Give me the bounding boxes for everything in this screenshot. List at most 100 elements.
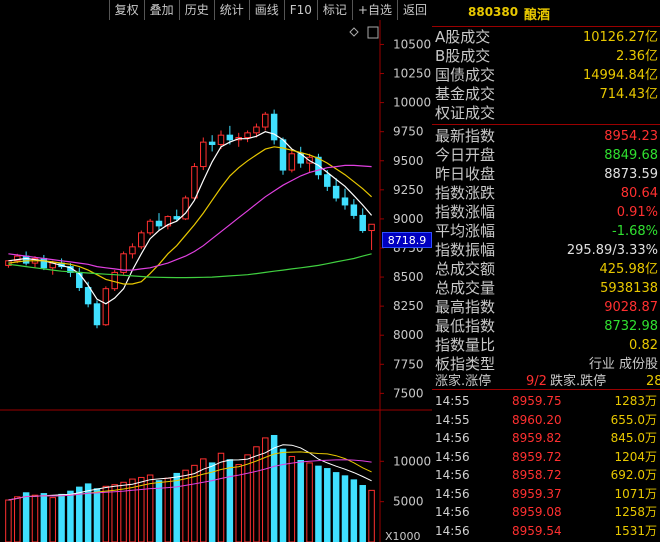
stat-value: 2.36亿 bbox=[616, 49, 658, 64]
stat-label: 总成交额 bbox=[435, 260, 496, 278]
stat-row: B股成交 2.36亿 bbox=[432, 47, 660, 66]
stat-value: 10126.27亿 bbox=[582, 30, 658, 45]
tick-price: 8959.82 bbox=[512, 431, 562, 445]
candle-body bbox=[368, 223, 375, 232]
tick-volume: 1204万 bbox=[614, 449, 657, 464]
toolbar-button-6[interactable]: 标记 bbox=[316, 0, 352, 20]
candle-body bbox=[341, 197, 349, 206]
stat-label: 平均涨幅 bbox=[435, 222, 496, 240]
volume-bar bbox=[129, 478, 136, 542]
tick-row: 14:56 8959.54 1531万 bbox=[432, 523, 660, 540]
stat-label: 最新指数 bbox=[435, 127, 496, 145]
quote-title: 880380 酿酒 bbox=[432, 0, 660, 26]
toolbar-button-8[interactable]: 返回 bbox=[396, 0, 432, 20]
tick-time: 14:56 bbox=[435, 505, 470, 519]
stat-value: -1.68% bbox=[612, 224, 658, 239]
tick-price: 8960.20 bbox=[512, 412, 562, 427]
stat-value: 0.82 bbox=[629, 338, 658, 353]
stat-row: 指数涨跌 80.64 bbox=[432, 184, 660, 203]
volume-bar bbox=[208, 462, 216, 542]
candle-body bbox=[253, 126, 260, 134]
stat-label: 最低指数 bbox=[435, 317, 496, 335]
tick-time: 14:55 bbox=[435, 394, 470, 408]
tick-price: 8959.08 bbox=[512, 505, 562, 519]
tick-price: 8958.72 bbox=[512, 468, 562, 482]
toolbar-button-0[interactable]: 复权 bbox=[108, 0, 144, 20]
kline-chart[interactable]: 1050010250100009750950092509000875085008… bbox=[0, 20, 432, 542]
tick-volume: 1531万 bbox=[614, 523, 657, 538]
candle-body bbox=[129, 246, 136, 255]
candle-body bbox=[84, 287, 92, 305]
stat-value: 8849.68 bbox=[604, 148, 658, 163]
stat-label: 指数涨跌 bbox=[435, 184, 496, 202]
volume-bar bbox=[359, 485, 366, 542]
stat-value: 80.64 bbox=[620, 186, 658, 201]
candle-body bbox=[244, 132, 251, 138]
window-toggle-icon bbox=[367, 26, 379, 39]
volume-tick-label: 5000 bbox=[393, 495, 424, 509]
volume-bar bbox=[22, 492, 30, 542]
tick-row: 14:55 8959.75 1283万 bbox=[432, 393, 660, 410]
candle-body bbox=[155, 220, 163, 227]
candle-body bbox=[93, 303, 101, 326]
volume-bar bbox=[217, 452, 225, 542]
divider bbox=[432, 26, 660, 27]
candle-body bbox=[208, 141, 216, 145]
stat-value: 425.98亿 bbox=[599, 262, 659, 277]
price-tick-label: 10500 bbox=[393, 37, 431, 51]
price-tick-label: 7750 bbox=[393, 357, 424, 371]
volume-bar bbox=[76, 486, 83, 542]
candle-body bbox=[324, 174, 331, 187]
candle-body bbox=[182, 197, 189, 220]
toolbar-button-7[interactable]: +自选 bbox=[351, 0, 397, 20]
toolbar-button-5[interactable]: F10 bbox=[283, 0, 317, 20]
candle-body bbox=[22, 255, 30, 264]
stat-value: 5938138 bbox=[600, 281, 658, 296]
candle-body bbox=[279, 139, 287, 171]
volume-bar bbox=[341, 475, 349, 542]
volume-bar bbox=[58, 493, 65, 542]
tick-price: 8959.54 bbox=[512, 523, 562, 538]
stat-value: 14994.84亿 bbox=[582, 68, 658, 83]
toolbar-button-3[interactable]: 统计 bbox=[213, 0, 249, 20]
volume-bar bbox=[350, 479, 358, 542]
candle-body bbox=[102, 288, 110, 326]
stat-row: 基金成交 714.43亿 bbox=[432, 85, 660, 104]
volume-bar bbox=[235, 464, 242, 542]
stat-label: 指数量比 bbox=[435, 336, 496, 354]
stat-label: A股成交 bbox=[435, 28, 491, 46]
candle-body bbox=[262, 113, 269, 128]
stat-row: 指数振幅 295.89/3.33% bbox=[432, 241, 660, 260]
stat-row: 总成交额 425.98亿 bbox=[432, 260, 660, 279]
price-tick-label: 9000 bbox=[393, 212, 424, 226]
candle-body bbox=[288, 153, 296, 171]
stat-row: 最低指数 8732.98 bbox=[432, 317, 660, 336]
stat-row: 最新指数 8954.23 bbox=[432, 127, 660, 146]
tick-time: 14:56 bbox=[435, 486, 470, 501]
toolbar-button-2[interactable]: 历史 bbox=[178, 0, 214, 20]
stat-value: 8873.59 bbox=[604, 167, 658, 182]
volume-bar bbox=[297, 460, 304, 542]
price-tick-label: 9500 bbox=[393, 154, 424, 168]
price-tick-label: 10000 bbox=[393, 96, 431, 110]
stat-label: 昨日收盘 bbox=[435, 165, 496, 183]
toolbar-button-4[interactable]: 画线 bbox=[248, 0, 284, 20]
volume-bar bbox=[279, 448, 287, 542]
current-price-marker: 8718.9 bbox=[382, 232, 432, 248]
stat-label: B股成交 bbox=[435, 47, 491, 65]
volume-bar bbox=[182, 469, 189, 542]
price-tick-label: 10250 bbox=[393, 67, 431, 81]
divider bbox=[432, 124, 660, 125]
volume-bar bbox=[173, 472, 180, 542]
chart-toolbar: 复权 叠加 历史 统计 画线 F10 标记 +自选 返回 bbox=[0, 0, 432, 20]
toolbar-button-1[interactable]: 叠加 bbox=[143, 0, 179, 20]
tick-volume: 1258万 bbox=[614, 505, 657, 519]
tick-volume: 845.0万 bbox=[610, 431, 657, 445]
stat-row: 平均涨幅 -1.68% bbox=[432, 222, 660, 241]
stat-value: 8732.98 bbox=[604, 319, 658, 334]
volume-bar bbox=[332, 472, 340, 542]
stat-row: 权证成交 bbox=[432, 104, 660, 123]
stat-row: A股成交 10126.27亿 bbox=[432, 28, 660, 47]
tick-time: 14:56 bbox=[435, 449, 470, 464]
tick-row: 14:56 8959.72 1204万 bbox=[432, 449, 660, 466]
